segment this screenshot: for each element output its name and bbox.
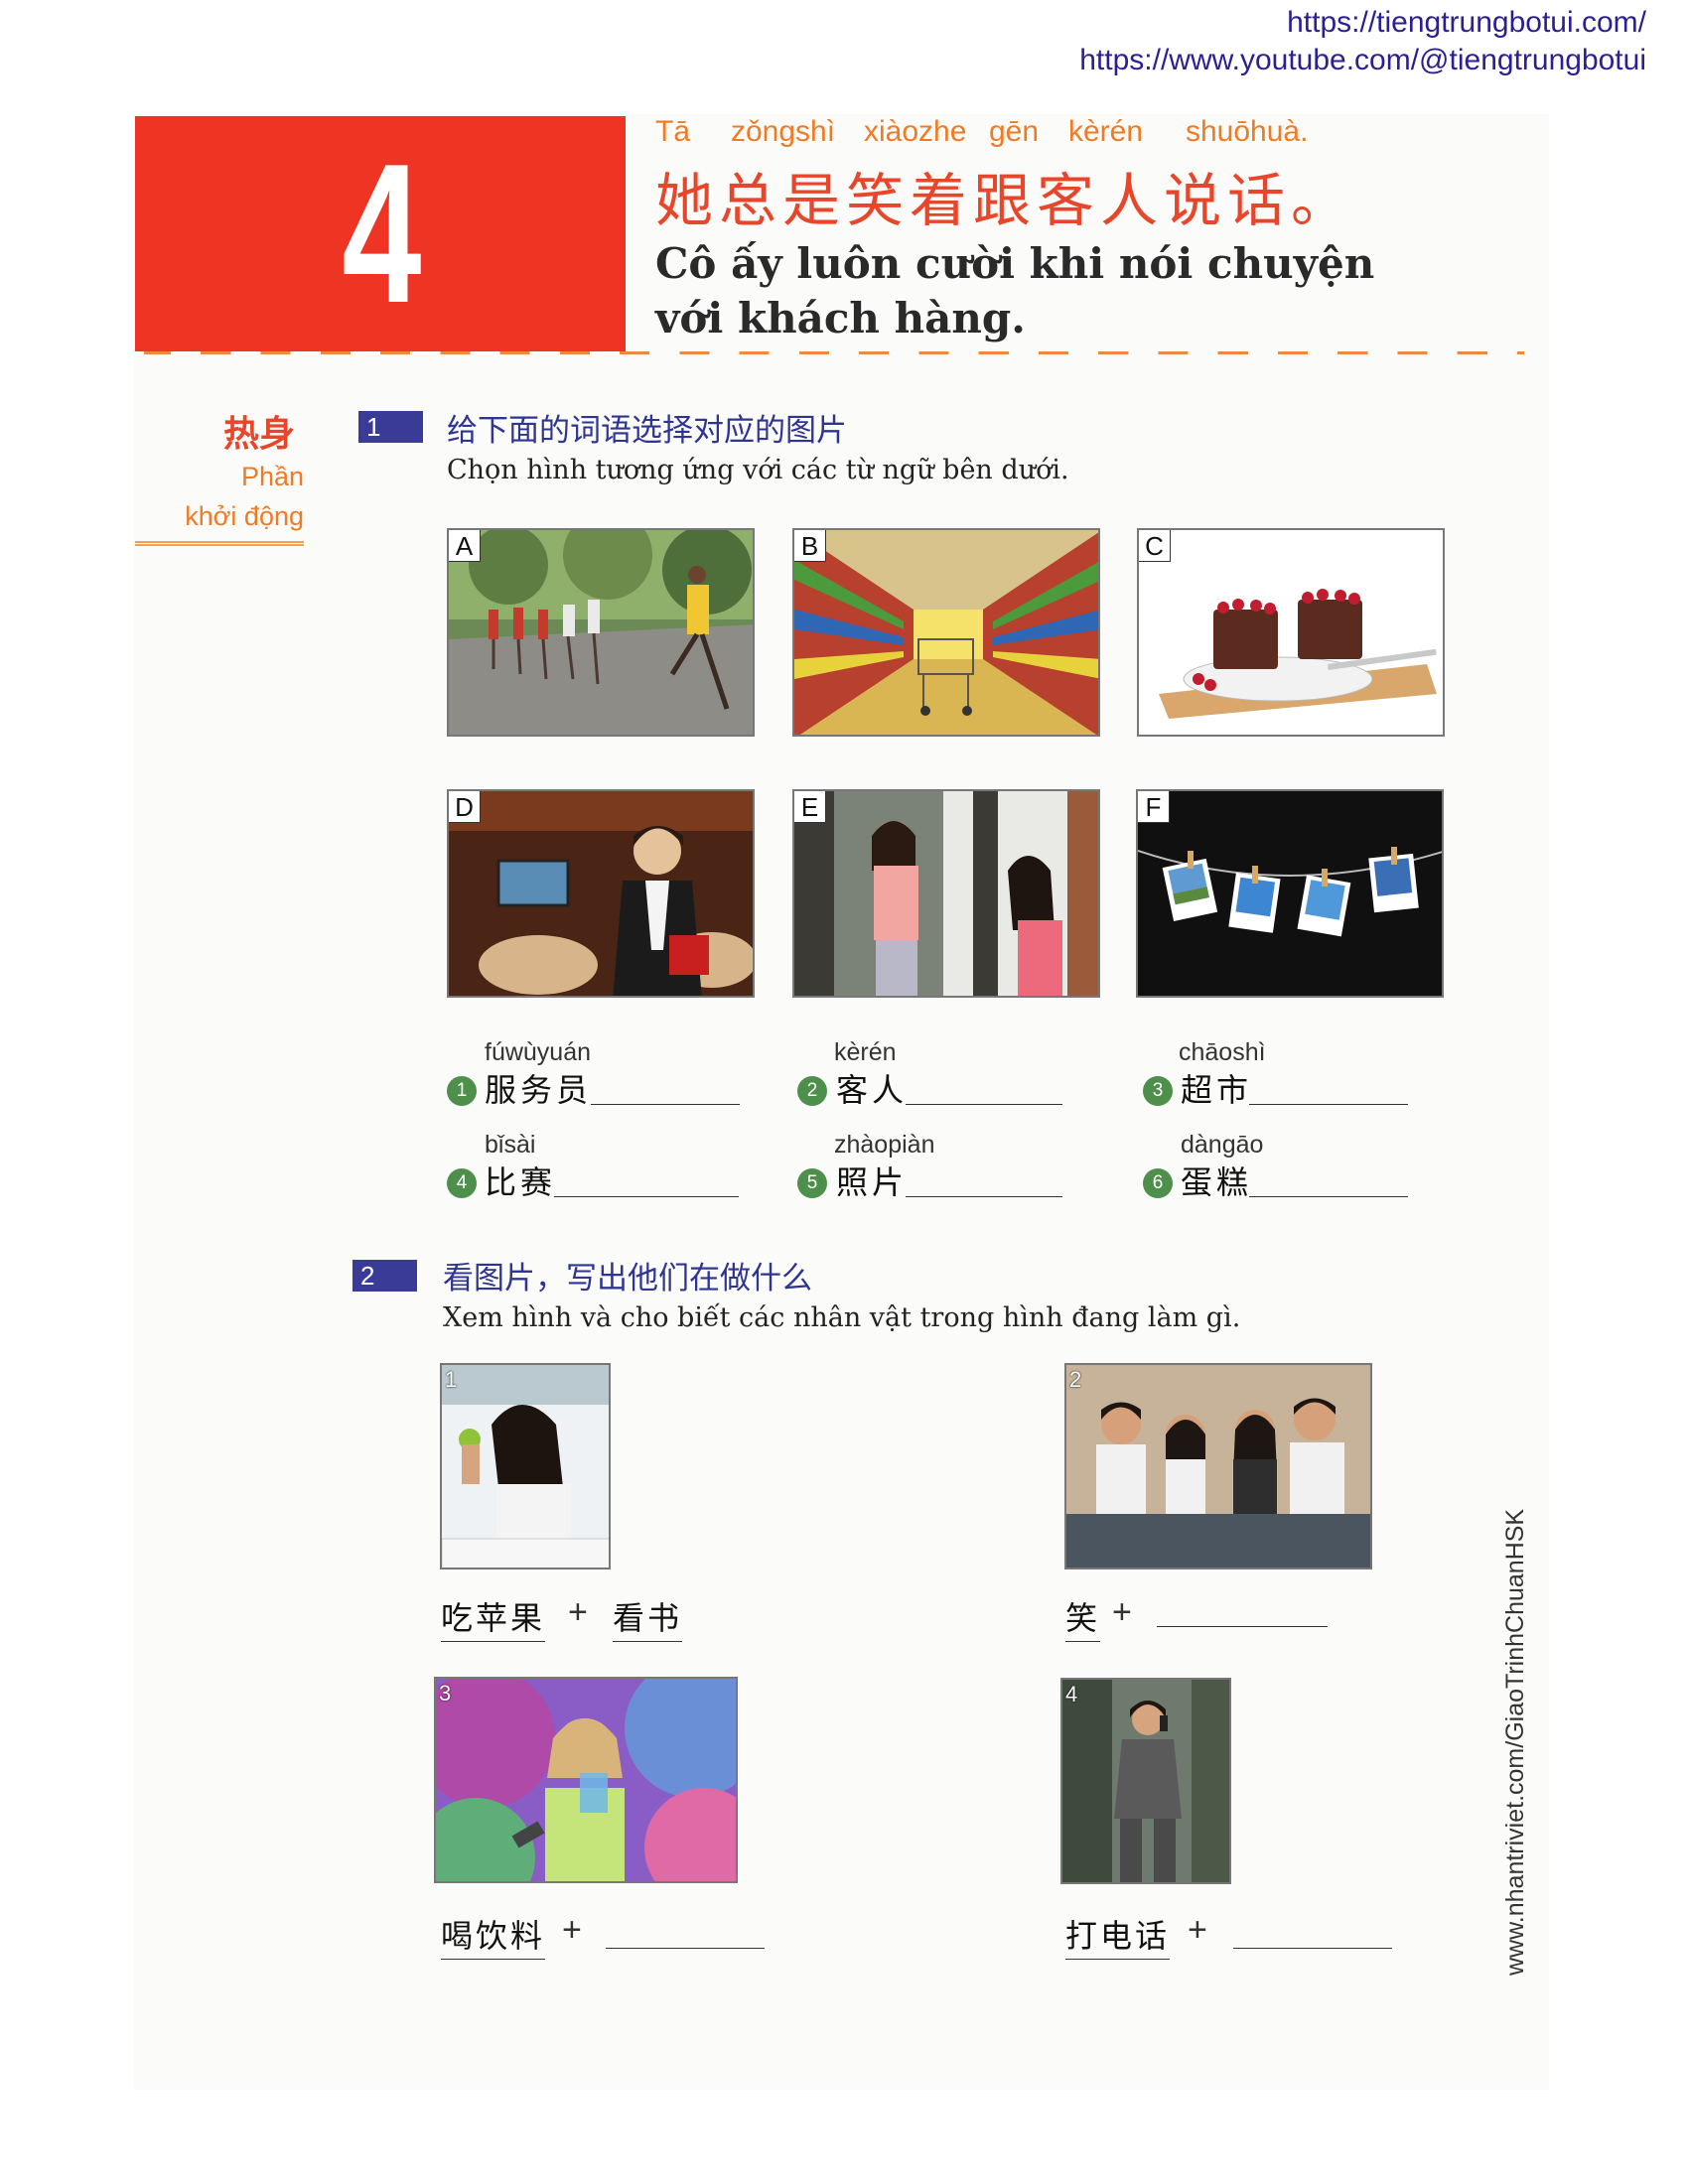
exercise-2-instruction-chinese: 看图片，写出他们在做什么 xyxy=(443,1261,812,1297)
vocab-5-hanzi: 照片 xyxy=(836,1163,909,1201)
vocab-3-pinyin: chāoshì xyxy=(1179,1038,1266,1066)
activity-3-plus: + xyxy=(562,1911,582,1949)
vocab-4-answer-blank[interactable] xyxy=(554,1196,739,1197)
girl-reading-image xyxy=(442,1365,609,1568)
picture-f-letter: F xyxy=(1138,791,1170,823)
exercise-1-instruction-chinese: 给下面的词语选择对应的图片 xyxy=(447,413,847,449)
activity-1-plus: + xyxy=(568,1593,588,1631)
waiter-image xyxy=(449,791,753,996)
guest-door-image xyxy=(794,791,1098,996)
activity-2-number: 2 xyxy=(1069,1367,1082,1392)
warmup-label-line2: khởi động xyxy=(185,501,304,531)
activity-1-word-1: 吃苹果 xyxy=(441,1593,546,1642)
vocab-4-hanzi: 比赛 xyxy=(485,1163,557,1201)
title-pinyin-2: zǒngshì xyxy=(731,115,836,148)
activity-4-word-1: 打电话 xyxy=(1065,1911,1171,1960)
picture-a-runners[interactable]: A xyxy=(447,528,755,737)
vocab-6-number: 6 xyxy=(1143,1168,1173,1198)
activity-1-word-2: 看书 xyxy=(613,1593,683,1642)
picture-f-photos[interactable]: F xyxy=(1136,789,1444,998)
side-publisher-url[interactable]: www.nhantriviet.com/GiaoTrinhChuanHSK xyxy=(1501,1509,1530,1976)
exercise-1-badge: 1 xyxy=(358,411,423,443)
supermarket-image xyxy=(794,530,1098,735)
vocab-2-number: 2 xyxy=(797,1076,827,1106)
activity-2-answer-blank[interactable] xyxy=(1157,1626,1328,1627)
exercise-1-number: 1 xyxy=(366,412,381,442)
vocab-2-answer-blank[interactable] xyxy=(906,1104,1062,1105)
activity-1-picture[interactable]: 1 xyxy=(440,1363,611,1570)
picture-a-letter: A xyxy=(449,530,481,562)
picture-d-letter: D xyxy=(449,791,481,823)
activity-4-picture[interactable]: 4 xyxy=(1060,1678,1231,1884)
activity-3-answer-blank[interactable] xyxy=(606,1948,765,1949)
title-pinyin-6: shuōhuà. xyxy=(1186,115,1309,148)
picture-c-cakes[interactable]: C xyxy=(1137,528,1445,737)
vocab-1-hanzi: 服务员 xyxy=(485,1071,593,1109)
vocab-1-number: 1 xyxy=(447,1076,477,1106)
header-divider xyxy=(144,351,1524,354)
lesson-title-vietnamese: Cô ấy luôn cười khi nói chuyện với khách… xyxy=(655,239,1375,342)
warmup-label-chinese: 热身 xyxy=(223,414,296,455)
warmup-label-line1: Phần xyxy=(240,462,304,491)
friends-laughing-image xyxy=(1066,1365,1370,1568)
exercise-2-badge: 2 xyxy=(352,1260,417,1292)
vocab-4-number: 4 xyxy=(447,1168,477,1198)
vocab-6-hanzi: 蛋糕 xyxy=(1181,1163,1253,1201)
vocab-2-pinyin: kèrén xyxy=(834,1038,897,1066)
exercise-2-number: 2 xyxy=(360,1261,375,1291)
title-pinyin-4: gēn xyxy=(989,115,1040,148)
exercise-2-instruction-vietnamese: Xem hình và cho biết các nhân vật trong … xyxy=(443,1302,1241,1333)
watermark-url-website[interactable]: https://tiengtrungbotui.com/ xyxy=(1287,6,1646,40)
activity-3-word-1: 喝饮料 xyxy=(441,1911,546,1960)
vocab-6-pinyin: dàngāo xyxy=(1181,1131,1264,1159)
runners-image xyxy=(449,530,753,735)
activity-1-number: 1 xyxy=(445,1367,458,1392)
lesson-number: 4 xyxy=(342,122,421,344)
warmup-label-vietnamese: Phần khởi động xyxy=(179,457,304,536)
vocab-5-answer-blank[interactable] xyxy=(906,1196,1062,1197)
activity-3-number: 3 xyxy=(439,1681,452,1706)
girl-drinking-image xyxy=(436,1679,736,1881)
watermark-url-youtube[interactable]: https://www.youtube.com/@tiengtrungbotui xyxy=(1079,44,1646,77)
vocab-5-pinyin: zhàopiàn xyxy=(834,1131,935,1159)
activity-2-word-1: 笑 xyxy=(1065,1593,1101,1642)
activity-2-picture[interactable]: 2 xyxy=(1064,1363,1372,1570)
warmup-underline xyxy=(135,541,304,546)
title-pinyin-3: xiàozhe xyxy=(864,115,967,148)
exercise-1-instruction-vietnamese: Chọn hình tương ứng với các từ ngữ bên d… xyxy=(447,455,1069,485)
picture-e-guest-door[interactable]: E xyxy=(792,789,1100,998)
vocab-3-number: 3 xyxy=(1143,1076,1173,1106)
activity-3-picture[interactable]: 3 xyxy=(434,1677,738,1883)
activity-4-number: 4 xyxy=(1065,1682,1078,1706)
woman-phone-image xyxy=(1062,1680,1229,1882)
vocab-2-hanzi: 客人 xyxy=(836,1071,909,1109)
activity-2-plus: + xyxy=(1112,1593,1132,1631)
vocab-6-answer-blank[interactable] xyxy=(1249,1196,1408,1197)
picture-c-letter: C xyxy=(1139,530,1171,562)
title-pinyin-5: kèrén xyxy=(1068,115,1144,148)
activity-4-plus: + xyxy=(1188,1911,1207,1949)
picture-e-letter: E xyxy=(794,791,826,823)
vocab-1-pinyin: fúwùyuán xyxy=(485,1038,592,1066)
vocab-5-number: 5 xyxy=(797,1168,827,1198)
photos-image xyxy=(1138,791,1442,996)
title-pinyin-1: Tā xyxy=(655,115,691,148)
picture-b-letter: B xyxy=(794,530,826,562)
lesson-title-chinese: 她总是笑着跟客人说话。 xyxy=(655,167,1355,234)
picture-b-supermarket[interactable]: B xyxy=(792,528,1100,737)
picture-d-waiter[interactable]: D xyxy=(447,789,755,998)
vocab-3-answer-blank[interactable] xyxy=(1249,1104,1408,1105)
activity-4-answer-blank[interactable] xyxy=(1233,1948,1392,1949)
vocab-4-pinyin: bǐsài xyxy=(485,1131,536,1159)
vocab-3-hanzi: 超市 xyxy=(1181,1071,1253,1109)
vocab-1-answer-blank[interactable] xyxy=(591,1104,740,1105)
cakes-image xyxy=(1139,530,1443,735)
